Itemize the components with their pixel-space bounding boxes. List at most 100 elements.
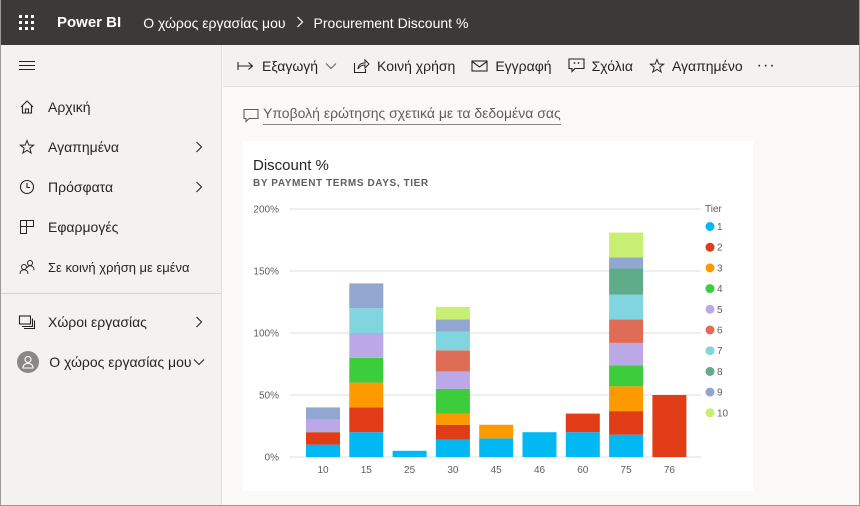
bar-segment[interactable] <box>609 342 644 366</box>
legend-marker[interactable] <box>705 408 715 418</box>
top-bar: Power BI Ο χώρος εργασίας μου Procuremen… <box>1 0 859 45</box>
legend-label[interactable]: 6 <box>717 326 723 337</box>
avatar-icon <box>16 351 39 373</box>
legend-title: Tier <box>705 204 723 215</box>
bar-segment[interactable] <box>609 268 644 295</box>
legend-label[interactable]: 1 <box>717 222 723 233</box>
comments-button[interactable]: Σχόλια <box>568 58 633 74</box>
sidebar-item-recent[interactable]: Πρόσφατα <box>1 167 221 207</box>
legend-label[interactable]: 5 <box>717 305 723 316</box>
legend-marker[interactable] <box>705 284 715 294</box>
bar-segment[interactable] <box>435 306 470 320</box>
bar-segment[interactable] <box>522 432 557 457</box>
star-icon <box>17 137 37 157</box>
legend-label[interactable]: 4 <box>717 284 723 295</box>
bar-segment[interactable] <box>306 419 340 433</box>
x-tick-label: 10 <box>317 465 329 476</box>
bar-segment[interactable] <box>306 444 340 457</box>
sidebar-item-label: Σε κοινή χρήση με εμένα <box>48 259 190 275</box>
legend-label[interactable]: 7 <box>717 346 723 357</box>
x-tick-label: 76 <box>664 465 676 476</box>
bar-segment[interactable] <box>565 413 600 433</box>
bar-segment[interactable] <box>435 439 470 457</box>
sidebar-item-workspaces[interactable]: Χώροι εργασίας <box>1 302 221 342</box>
bar-segment[interactable] <box>306 407 340 420</box>
sidebar-item-my-workspace[interactable]: Ο χώρος εργασίας μου <box>1 342 221 382</box>
sidebar-item-favorites[interactable]: Αγαπημένα <box>1 127 221 167</box>
legend-marker[interactable] <box>705 366 715 376</box>
bar-segment[interactable] <box>435 424 470 440</box>
bar-segment[interactable] <box>479 438 514 457</box>
chevron-right-icon[interactable] <box>191 141 207 153</box>
export-label: Εξαγωγή <box>262 57 319 74</box>
legend-label[interactable]: 8 <box>717 367 723 378</box>
legend-label[interactable]: 10 <box>717 408 729 419</box>
bar-segment[interactable] <box>652 395 687 457</box>
share-label: Κοινή χρήση <box>377 57 456 74</box>
legend-label[interactable]: 2 <box>717 243 723 254</box>
bar-segment[interactable] <box>609 294 644 320</box>
bar-segment[interactable] <box>349 357 384 383</box>
bar-segment[interactable] <box>349 432 384 457</box>
comment-icon <box>568 58 585 73</box>
subscribe-button[interactable]: Εγγραφή <box>471 58 552 74</box>
bar-segment[interactable] <box>609 257 644 269</box>
bar-segment[interactable] <box>435 371 470 389</box>
bar-segment[interactable] <box>349 333 384 358</box>
y-tick-label: 150% <box>253 267 279 278</box>
bar-segment[interactable] <box>609 365 644 387</box>
legend-marker[interactable] <box>705 325 715 335</box>
bar-segment[interactable] <box>349 308 384 333</box>
x-tick-label: 60 <box>577 465 589 476</box>
x-tick-label: 75 <box>621 465 633 476</box>
legend-marker[interactable] <box>705 263 715 273</box>
bar-segment[interactable] <box>479 424 514 439</box>
app-launcher-button[interactable] <box>1 0 51 45</box>
y-tick-label: 0% <box>265 453 280 464</box>
bar-segment[interactable] <box>349 283 384 309</box>
sidebar-item-shared-with-me[interactable]: Σε κοινή χρήση με εμένα <box>1 247 221 287</box>
bar-segment[interactable] <box>435 331 470 351</box>
bar-segment[interactable] <box>392 450 427 457</box>
bar-segment[interactable] <box>349 407 384 433</box>
favorite-button[interactable]: Αγαπημένο <box>648 58 743 74</box>
bar-segment[interactable] <box>565 432 600 457</box>
more-options-button[interactable]: ··· <box>757 57 776 75</box>
qna-chat-icon <box>243 108 259 123</box>
bar-segment[interactable] <box>435 388 470 414</box>
breadcrumb-workspace[interactable]: Ο χώρος εργασίας μου <box>143 15 285 31</box>
legend-marker[interactable] <box>705 222 715 231</box>
share-button[interactable]: Κοινή χρήση <box>353 58 455 74</box>
bar-segment[interactable] <box>609 232 644 258</box>
app-name[interactable]: Power BI <box>57 14 121 31</box>
legend-marker[interactable] <box>705 346 715 356</box>
bar-segment[interactable] <box>435 350 470 372</box>
chevron-down-icon[interactable] <box>192 358 207 366</box>
sidebar-item-label: Αγαπημένα <box>48 139 120 155</box>
sidebar-item-apps[interactable]: Εφαρμογές <box>1 207 221 247</box>
bar-segment[interactable] <box>435 319 470 332</box>
x-tick-label: 15 <box>361 465 373 476</box>
legend-label[interactable]: 9 <box>717 388 723 399</box>
sidebar-item-home[interactable]: Αρχική <box>1 87 221 127</box>
chart-visual-card[interactable]: Discount % BY PAYMENT TERMS DAYS, TIER 0… <box>243 141 753 491</box>
breadcrumb-chevron-icon <box>296 15 304 31</box>
bar-segment[interactable] <box>349 382 384 408</box>
legend-marker[interactable] <box>705 242 715 252</box>
bar-segment[interactable] <box>609 434 644 457</box>
legend-marker[interactable] <box>705 304 715 314</box>
bar-segment[interactable] <box>609 411 644 435</box>
comments-label: Σχόλια <box>591 57 633 74</box>
legend-marker[interactable] <box>705 387 715 397</box>
qna-input[interactable]: Υποβολή ερώτησης σχετικά με τα δεδομένα … <box>243 103 561 127</box>
chevron-right-icon[interactable] <box>191 316 207 328</box>
legend-label[interactable]: 3 <box>717 263 723 274</box>
hamburger-menu-icon[interactable] <box>19 61 35 71</box>
bar-segment[interactable] <box>306 432 340 445</box>
chevron-right-icon[interactable] <box>191 181 207 193</box>
export-button[interactable]: Εξαγωγή <box>237 58 337 74</box>
bar-segment[interactable] <box>609 386 644 412</box>
breadcrumb-report[interactable]: Procurement Discount % <box>314 15 469 31</box>
bar-segment[interactable] <box>435 413 470 425</box>
bar-segment[interactable] <box>609 319 644 343</box>
